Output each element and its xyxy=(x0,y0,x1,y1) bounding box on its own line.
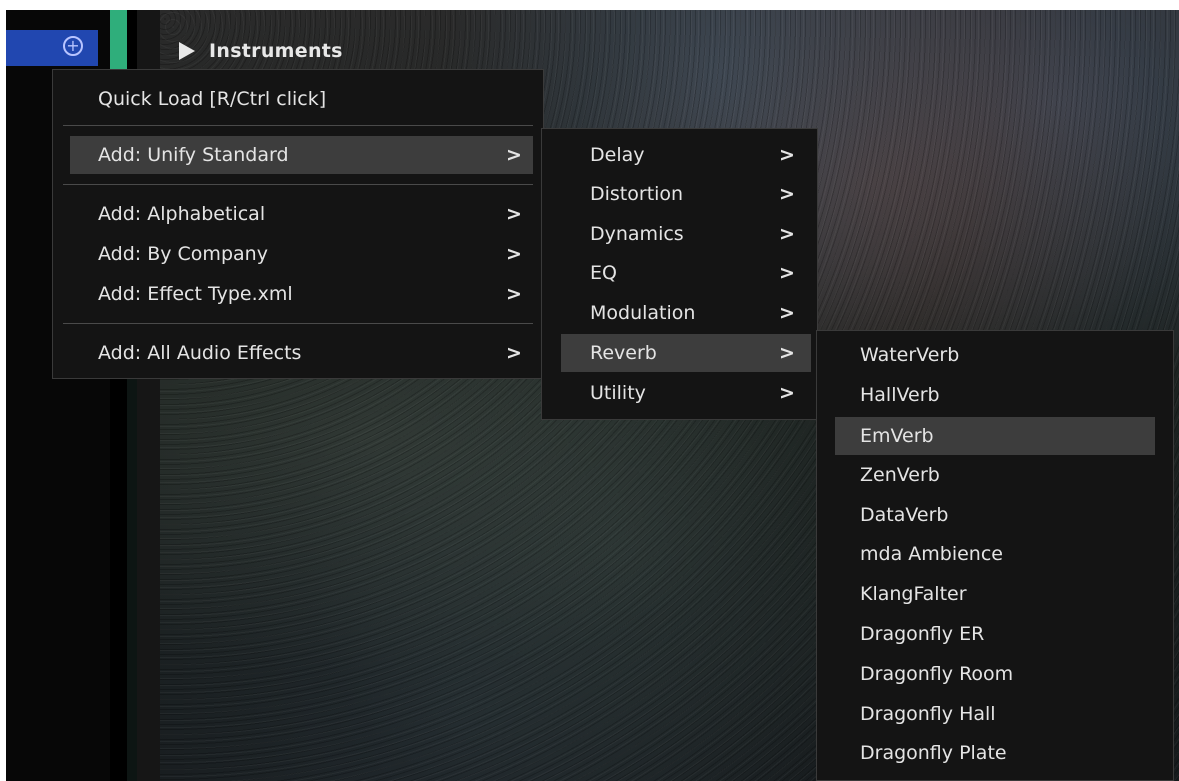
plugin-label: ZenVerb xyxy=(860,464,940,486)
chevron-right-icon: > xyxy=(779,342,795,364)
menu-item-effect-type[interactable]: Add: Effect Type.xml > xyxy=(53,275,543,313)
plugin-label: KlangFalter xyxy=(860,583,967,605)
menu-item-by-company[interactable]: Add: By Company > xyxy=(53,235,543,273)
menu-item-plugin[interactable]: Dragonfly Hall xyxy=(817,695,1173,733)
menu-item-plugin[interactable]: Dragonfly ER xyxy=(817,615,1173,653)
menu-item-label: EQ xyxy=(590,262,617,284)
menu-item-distortion[interactable]: Distortion > xyxy=(542,175,817,213)
context-menu-main: Quick Load [R/Ctrl click] Add: Unify Sta… xyxy=(52,69,544,379)
menu-item-label: Add: Effect Type.xml xyxy=(98,283,293,305)
menu-item-label: Add: By Company xyxy=(98,243,268,265)
menu-separator xyxy=(63,184,533,185)
plugin-label: Dragonfly Plate xyxy=(860,742,1007,764)
menu-item-plugin[interactable]: KlangFalter xyxy=(817,575,1173,613)
plus-circle-icon[interactable]: + xyxy=(63,36,83,56)
menu-item-label: Reverb xyxy=(590,342,657,364)
plugin-label: mda Ambience xyxy=(860,543,1003,565)
menu-item-modulation[interactable]: Modulation > xyxy=(542,294,817,332)
menu-item-label: Add: All Audio Effects xyxy=(98,342,302,364)
menu-separator xyxy=(63,125,533,126)
plugin-label: Dragonfly Room xyxy=(860,663,1014,685)
menu-item-plugin[interactable]: mda Ambience xyxy=(817,535,1173,573)
menu-item-label: Add: Alphabetical xyxy=(98,203,266,225)
menu-item-label: Utility xyxy=(590,382,646,404)
plugin-label: Dragonfly ER xyxy=(860,623,985,645)
plugin-label: Dragonfly Hall xyxy=(860,703,996,725)
menu-item-plugin[interactable]: Dragonfly Room xyxy=(817,655,1173,693)
menu-item-label: Distortion xyxy=(590,183,684,205)
menu-item-label: Quick Load [R/Ctrl click] xyxy=(98,88,327,110)
add-tab[interactable] xyxy=(6,30,98,66)
menu-item-quick-load[interactable]: Quick Load [R/Ctrl click] xyxy=(53,80,543,118)
chevron-right-icon: > xyxy=(779,183,795,205)
menu-item-unify-standard[interactable]: Add: Unify Standard > xyxy=(70,136,533,174)
menu-item-plugin[interactable]: HallVerb xyxy=(817,376,1173,414)
plugin-label: WaterVerb xyxy=(860,344,960,366)
menu-item-label: Dynamics xyxy=(590,223,684,245)
menu-item-plugin[interactable]: Dragonfly Plate xyxy=(817,734,1173,772)
menu-item-delay[interactable]: Delay > xyxy=(542,136,817,174)
menu-item-label: Add: Unify Standard xyxy=(98,144,289,166)
chevron-right-icon: > xyxy=(779,302,795,324)
chevron-right-icon: > xyxy=(779,223,795,245)
menu-separator xyxy=(63,323,533,324)
context-menu-reverb: WaterVerb HallVerb EmVerb ZenVerb DataVe… xyxy=(816,330,1174,781)
menu-item-utility[interactable]: Utility > xyxy=(542,374,817,412)
chevron-right-icon: > xyxy=(506,342,522,364)
chevron-right-icon: > xyxy=(506,144,522,166)
plugin-label: HallVerb xyxy=(860,384,940,406)
menu-item-reverb[interactable]: Reverb > xyxy=(561,334,811,372)
plugin-label: EmVerb xyxy=(860,425,934,447)
menu-item-alphabetical[interactable]: Add: Alphabetical > xyxy=(53,195,543,233)
context-menu-categories: Delay > Distortion > Dynamics > EQ > Mod… xyxy=(541,128,818,420)
menu-item-eq[interactable]: EQ > xyxy=(542,254,817,292)
triangle-right-icon[interactable] xyxy=(179,42,195,60)
app-frame: + Instruments Quick Load [R/Ctrl click] … xyxy=(6,10,1179,781)
menu-item-label: Modulation xyxy=(590,302,696,324)
menu-item-all-audio-effects[interactable]: Add: All Audio Effects > xyxy=(53,334,543,372)
chevron-right-icon: > xyxy=(779,144,795,166)
instruments-label: Instruments xyxy=(209,40,343,62)
menu-item-dynamics[interactable]: Dynamics > xyxy=(542,215,817,253)
menu-item-plugin[interactable]: ZenVerb xyxy=(817,456,1173,494)
menu-item-plugin[interactable]: DataVerb xyxy=(817,496,1173,534)
instruments-folder[interactable]: Instruments xyxy=(179,40,343,62)
chevron-right-icon: > xyxy=(506,243,522,265)
plugin-label: DataVerb xyxy=(860,504,949,526)
menu-item-label: Delay xyxy=(590,144,645,166)
menu-item-plugin[interactable]: WaterVerb xyxy=(817,336,1173,374)
chevron-right-icon: > xyxy=(506,203,522,225)
chevron-right-icon: > xyxy=(779,382,795,404)
chevron-right-icon: > xyxy=(779,262,795,284)
menu-item-plugin[interactable]: EmVerb xyxy=(835,417,1155,455)
chevron-right-icon: > xyxy=(506,283,522,305)
